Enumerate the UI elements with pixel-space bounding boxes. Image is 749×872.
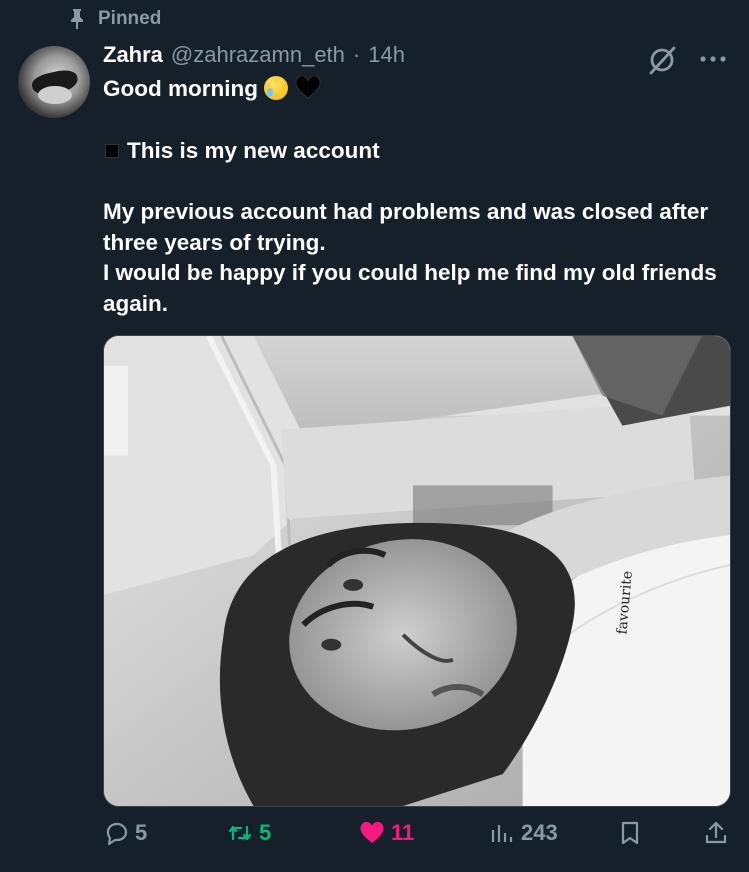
reply-icon: [106, 822, 128, 846]
grok-icon[interactable]: [646, 44, 678, 76]
repost-button[interactable]: 5: [227, 820, 271, 846]
views-icon: [491, 825, 513, 842]
reply-button[interactable]: 5: [103, 820, 147, 846]
share-icon: [705, 821, 727, 844]
views-button[interactable]: 243: [489, 820, 558, 846]
separator: ·: [352, 42, 361, 67]
like-count: 11: [391, 820, 415, 845]
tweet-line-greeting: Good morning: [103, 76, 258, 101]
black-heart-emoji: [295, 76, 321, 99]
action-bar: 5 5 11 243: [103, 820, 731, 856]
pin-icon: [71, 9, 83, 29]
crying-face-emoji: [264, 76, 289, 100]
more-icon[interactable]: [697, 52, 729, 66]
like-button[interactable]: 11: [359, 820, 414, 846]
repost-icon: [228, 825, 252, 841]
tweet-photo[interactable]: favourite: [103, 335, 731, 807]
black-square-emoji: [105, 143, 119, 158]
author-handle[interactable]: @zahrazamn_eth: [171, 42, 345, 68]
bookmark-icon: [621, 821, 639, 845]
avatar[interactable]: [18, 46, 90, 118]
tweet-line-new-account: This is my new account: [127, 137, 380, 163]
reply-count: 5: [135, 820, 148, 845]
views-count: 243: [521, 820, 558, 845]
tweet-text: Good morning This is my new account My p…: [103, 74, 723, 319]
timestamp[interactable]: 14h: [368, 42, 405, 68]
pinned-indicator: Pinned: [70, 8, 161, 30]
tweet-line-help: I would be happy if you could help me fi…: [103, 260, 717, 316]
heart-icon: [360, 821, 384, 843]
author-name[interactable]: Zahra: [103, 42, 163, 68]
tweet-header: Zahra @zahrazamn_eth · 14h: [103, 42, 405, 68]
bookmark-button[interactable]: [617, 820, 643, 846]
share-button[interactable]: [703, 820, 729, 846]
repost-count: 5: [259, 820, 272, 845]
tweet-line-previous-account: My previous account had problems and was…: [103, 199, 709, 255]
pinned-label: Pinned: [98, 8, 162, 29]
